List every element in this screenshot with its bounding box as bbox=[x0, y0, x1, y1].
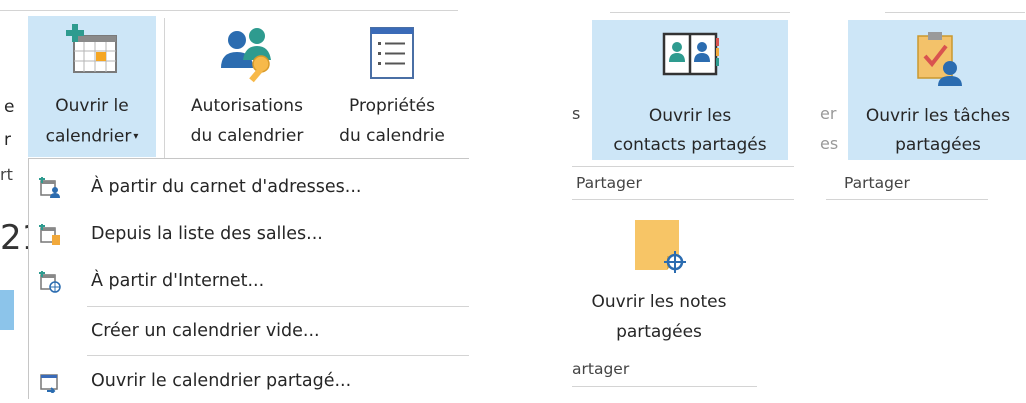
group-divider bbox=[826, 199, 988, 200]
open-calendar-button[interactable]: Ouvrir le calendrier ▾ bbox=[28, 16, 156, 157]
menu-item-label: À partir du carnet d'adresses... bbox=[91, 177, 362, 197]
tasks-user-icon bbox=[917, 32, 962, 86]
top-divider-left bbox=[0, 10, 458, 11]
menu-separator bbox=[87, 306, 469, 307]
calendar-permissions-button[interactable]: Autorisations du calendrier bbox=[172, 16, 322, 157]
clipped-text-s: s bbox=[572, 104, 581, 123]
room-list-calendar-icon bbox=[39, 224, 60, 245]
group-label-share: Partager bbox=[844, 174, 910, 192]
menu-item-room-list[interactable]: Depuis la liste des salles... bbox=[29, 212, 469, 256]
group-divider bbox=[572, 166, 794, 167]
open-shared-tasks-button[interactable]: Ouvrir les tâches partagées bbox=[848, 20, 1026, 160]
menu-item-label: À partir d'Internet... bbox=[91, 271, 265, 291]
shared-notes-label-2: partagées bbox=[616, 322, 702, 342]
properties-label-2: du calendrie bbox=[339, 126, 445, 146]
permissions-label-2: du calendrier bbox=[190, 126, 304, 146]
menu-item-open-shared[interactable]: Ouvrir le calendrier partagé... bbox=[29, 359, 469, 403]
chevron-down-icon: ▾ bbox=[133, 131, 139, 142]
clipped-text-r: r bbox=[4, 130, 11, 150]
open-calendar-dropdown-menu: À partir du carnet d'adresses... Depuis … bbox=[28, 158, 469, 399]
open-calendar-label-2: calendrier ▾ bbox=[28, 122, 156, 152]
clipped-text-e: e bbox=[4, 97, 15, 117]
group-divider bbox=[572, 386, 757, 387]
open-calendar-label-2-text: calendrier bbox=[45, 126, 132, 147]
menu-item-label: Ouvrir le calendrier partagé... bbox=[91, 371, 352, 391]
calendar-properties-button[interactable]: Propriétés du calendrie bbox=[322, 16, 462, 157]
shared-calendar-icon bbox=[40, 374, 58, 393]
shared-contacts-label-2: contacts partagés bbox=[613, 135, 767, 155]
internet-calendar-icon bbox=[39, 271, 61, 293]
permissions-label-1: Autorisations bbox=[191, 96, 303, 116]
menu-item-label: Depuis la liste des salles... bbox=[91, 224, 323, 244]
address-book-calendar-icon bbox=[39, 177, 60, 198]
sticky-note-icon bbox=[635, 220, 686, 273]
open-calendar-label-1: Ouvrir le bbox=[55, 96, 129, 116]
group-divider bbox=[572, 199, 794, 200]
top-divider-right bbox=[885, 12, 1025, 13]
top-divider-mid bbox=[610, 12, 790, 13]
clipped-text-es: es bbox=[820, 134, 839, 153]
group-label-share: Partager bbox=[576, 174, 642, 192]
properties-list-icon bbox=[370, 27, 414, 79]
shared-tasks-label-2: partagées bbox=[895, 135, 981, 155]
menu-item-create-empty[interactable]: Créer un calendrier vide... bbox=[29, 309, 469, 353]
address-book-icon bbox=[662, 32, 719, 76]
menu-item-label: Créer un calendrier vide... bbox=[91, 321, 320, 341]
shared-tasks-label-1: Ouvrir les tâches bbox=[865, 106, 1011, 126]
shared-contacts-label-1: Ouvrir les bbox=[648, 106, 732, 126]
calendar-add-icon bbox=[66, 24, 117, 73]
clipped-text-er: er bbox=[820, 104, 837, 123]
group-label-share: artager bbox=[572, 360, 630, 378]
open-shared-notes-button[interactable]: Ouvrir les notes partagées bbox=[572, 210, 746, 350]
users-key-icon bbox=[221, 28, 271, 83]
clipped-text-rt: rt bbox=[0, 165, 13, 184]
ribbon-separator bbox=[164, 18, 165, 158]
open-shared-contacts-button[interactable]: Ouvrir les contacts partagés bbox=[592, 20, 788, 160]
clipped-day-badge bbox=[0, 290, 14, 330]
menu-separator bbox=[87, 355, 469, 356]
menu-item-address-book[interactable]: À partir du carnet d'adresses... bbox=[29, 165, 469, 209]
menu-item-internet[interactable]: À partir d'Internet... bbox=[29, 259, 469, 303]
shared-notes-label-1: Ouvrir les notes bbox=[591, 292, 727, 312]
properties-label-1: Propriétés bbox=[349, 96, 435, 116]
